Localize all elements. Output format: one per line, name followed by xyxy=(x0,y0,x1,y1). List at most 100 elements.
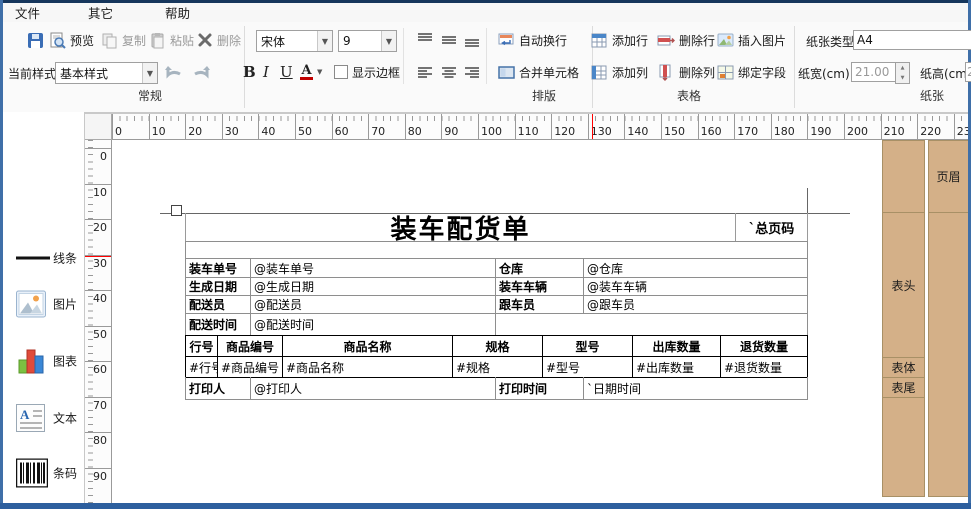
info-cell[interactable]: @跟车员 xyxy=(583,295,808,314)
band-table-header[interactable]: 表头 xyxy=(882,212,925,358)
band-segment[interactable] xyxy=(882,397,925,497)
info-cell[interactable]: @配送员 xyxy=(250,295,496,314)
paper-width-input[interactable] xyxy=(851,62,897,82)
item-value-cell[interactable]: #商品编号 xyxy=(217,356,283,378)
bind-field-button[interactable]: 绑定字段 xyxy=(717,60,786,84)
menu-file[interactable]: 文件 xyxy=(5,3,50,22)
save-button[interactable] xyxy=(27,28,44,52)
info-cell[interactable]: 生成日期 xyxy=(185,277,251,296)
item-value-cell[interactable]: #型号 xyxy=(542,356,633,378)
delete-button[interactable]: 删除 xyxy=(197,28,241,52)
show-border-checkbox[interactable]: 显示边框 xyxy=(334,60,400,84)
current-style-label: 当前样式 xyxy=(8,65,56,82)
preview-button[interactable]: 预览 xyxy=(49,28,94,52)
band-table-body[interactable]: 表体 xyxy=(882,357,925,378)
halign-center-button[interactable] xyxy=(441,60,457,84)
paper-width-spinner[interactable]: ▲▼ xyxy=(895,62,910,84)
footer-cell[interactable]: 打印时间 xyxy=(495,377,584,400)
band-page-header[interactable]: 页眉 xyxy=(928,140,968,213)
footer-cell[interactable]: `日期时间 xyxy=(583,377,808,400)
font-color-button[interactable]: A ▼ xyxy=(300,60,322,84)
add-column-button[interactable]: 添加列 xyxy=(591,60,648,84)
info-cell[interactable]: 仓库 xyxy=(495,258,584,278)
font-size-select[interactable]: 9 ▼ xyxy=(338,30,397,52)
info-cell[interactable]: @配送时间 xyxy=(250,313,496,336)
halign-left-button[interactable] xyxy=(417,60,433,84)
menu-other[interactable]: 其它 xyxy=(78,3,123,22)
add-row-button[interactable]: 添加行 xyxy=(591,28,648,52)
design-canvas[interactable]: 表头 表体 表尾 页眉 装车配货单 `总页码 装车单号 @装车单号 仓库 @仓库… xyxy=(112,140,968,503)
paper-height-input[interactable] xyxy=(965,62,971,82)
info-cell[interactable]: 配送员 xyxy=(185,295,251,314)
info-cell[interactable]: @生成日期 xyxy=(250,277,496,296)
item-header-cell[interactable]: 商品名称 xyxy=(282,335,453,357)
align-bottom-icon xyxy=(464,32,480,48)
item-header-cell[interactable]: 型号 xyxy=(542,335,633,357)
item-header-cell[interactable]: 出库数量 xyxy=(632,335,721,357)
info-cell[interactable]: @装车单号 xyxy=(250,258,496,278)
word-wrap-icon xyxy=(498,32,515,49)
valign-middle-button[interactable] xyxy=(441,28,457,52)
ruler-number: 0 xyxy=(100,150,107,163)
halign-right-button[interactable] xyxy=(464,60,480,84)
merge-cells-button[interactable]: 合并单元格 xyxy=(498,60,579,84)
delete-column-button[interactable]: 删除列 xyxy=(657,60,715,84)
item-value-cell[interactable]: #规格 xyxy=(452,356,543,378)
palette-item-barcode[interactable]: 条码 xyxy=(3,453,85,493)
info-cell[interactable] xyxy=(495,313,808,336)
palette-item-text[interactable]: A 文本 xyxy=(3,398,85,438)
item-header-cell[interactable]: 行号 xyxy=(185,335,218,357)
item-header-cell[interactable]: 退货数量 xyxy=(720,335,808,357)
delete-row-button[interactable]: 删除行 xyxy=(657,28,715,52)
word-wrap-label: 自动换行 xyxy=(519,32,567,49)
info-cell[interactable]: 装车单号 xyxy=(185,258,251,278)
line-element-vertical[interactable] xyxy=(807,188,808,213)
band-table-footer[interactable]: 表尾 xyxy=(882,377,925,398)
report-designer-window: 文件 其它 帮助 预览 复制 粘贴 xyxy=(0,0,971,509)
footer-cell[interactable]: @打印人 xyxy=(250,377,496,400)
valign-bottom-button[interactable] xyxy=(464,28,480,52)
info-cell[interactable]: @仓库 xyxy=(583,258,808,278)
font-size-value: 9 xyxy=(339,34,381,48)
ruler-number: 130 xyxy=(591,125,612,138)
page-number-cell[interactable]: `总页码 xyxy=(735,213,808,242)
footer-cell[interactable]: 打印人 xyxy=(185,377,251,400)
insert-image-button[interactable]: 插入图片 xyxy=(717,28,786,52)
item-value-cell[interactable]: #商品名称 xyxy=(282,356,453,378)
report-title-cell[interactable]: 装车配货单 xyxy=(185,213,736,242)
undo-button[interactable] xyxy=(164,60,184,84)
word-wrap-button[interactable]: 自动换行 xyxy=(498,28,567,52)
spacer-row-cell[interactable] xyxy=(185,241,808,259)
paste-button[interactable]: 粘贴 xyxy=(149,28,194,52)
copy-button[interactable]: 复制 xyxy=(101,28,146,52)
bold-button[interactable]: B xyxy=(243,60,256,84)
info-cell[interactable]: @装车车辆 xyxy=(583,277,808,296)
chevron-down-icon: ▼ xyxy=(381,31,396,51)
redo-button[interactable] xyxy=(191,60,211,84)
item-value-cell[interactable]: #行号 xyxy=(185,356,218,378)
band-segment[interactable] xyxy=(882,140,925,213)
paper-type-input[interactable] xyxy=(853,30,971,50)
item-value-cell[interactable]: #退货数量 xyxy=(720,356,808,378)
item-header-cell[interactable]: 规格 xyxy=(452,335,543,357)
palette-item-image[interactable]: 图片 xyxy=(3,284,85,324)
underline-button[interactable]: U xyxy=(280,60,293,84)
italic-button[interactable]: I xyxy=(263,60,269,84)
item-header-cell[interactable]: 商品编号 xyxy=(217,335,283,357)
item-value-cell[interactable]: #出库数量 xyxy=(632,356,721,378)
selection-handle[interactable] xyxy=(171,205,182,216)
menu-help[interactable]: 帮助 xyxy=(155,3,200,22)
window-border-bottom xyxy=(0,503,971,509)
band-page-body[interactable] xyxy=(928,212,968,497)
info-cell[interactable]: 跟车员 xyxy=(495,295,584,314)
current-style-select[interactable]: 基本样式 ▼ xyxy=(55,62,158,84)
valign-top-button[interactable] xyxy=(417,28,433,52)
info-cell[interactable]: 装车车辆 xyxy=(495,277,584,296)
palette-item-line[interactable]: 线条 xyxy=(3,238,85,278)
palette-label: 条码 xyxy=(53,465,77,482)
italic-glyph: I xyxy=(263,63,269,81)
font-family-select[interactable]: 宋体 ▼ xyxy=(256,30,333,52)
image-icon xyxy=(16,291,46,318)
palette-item-chart[interactable]: 图表 xyxy=(3,341,85,381)
info-cell[interactable]: 配送时间 xyxy=(185,313,251,336)
